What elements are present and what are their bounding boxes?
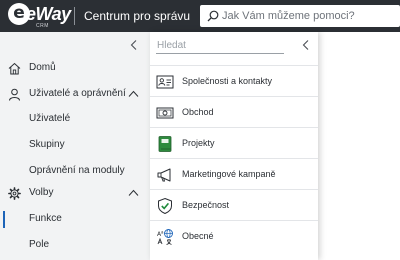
svg-text:a: a [161,230,164,235]
functions-panel: Společnosti a kontakty Obchod Projekty [150,32,318,260]
shield-check-icon [156,197,174,215]
panel-item-label: Společnosti a kontakty [182,76,273,86]
logo-text: eWay [26,4,71,24]
sidebar-item-label: Uživatelé a oprávnění [29,88,126,99]
language-globe-icon: A a [156,228,174,246]
panel-item-marketing-campaigns[interactable]: Marketingové kampaně [150,158,318,189]
money-icon [156,104,174,122]
eway-logo[interactable]: e eWay CRM [8,3,71,31]
sidebar-item-users[interactable]: Uživatelé [0,109,150,131]
panel-item-label: Bezpečnost [182,200,230,210]
gear-icon [8,187,21,200]
panel-item-label: Obchod [182,107,214,117]
sidebar-item-users-permissions[interactable]: Uživatelé a oprávnění [0,84,150,106]
app-title: Centrum pro správu [84,9,191,23]
sidebar-item-label: Uživatelé [29,113,71,124]
panel-item-projects[interactable]: Projekty [150,127,318,158]
panel-collapse-icon[interactable] [300,39,312,51]
search-icon [207,10,219,22]
sidebar-item-label: Funkce [29,213,62,224]
sidebar-collapse-icon[interactable] [128,39,140,51]
sidebar-item-fields[interactable]: Pole [0,235,150,257]
panel-item-label: Marketingové kampaně [182,169,276,179]
filter-input[interactable] [156,38,284,54]
sidebar-item-label: Domů [29,62,56,73]
panel-item-companies-contacts[interactable]: Společnosti a kontakty [150,65,318,96]
megaphone-icon [156,166,174,184]
sidebar-item-label: Pole [29,239,50,250]
header-divider [74,7,75,25]
panel-item-label: Obecné [182,231,214,241]
active-indicator [3,211,5,228]
sidebar-item-options[interactable]: Volby [0,183,150,205]
sidebar-item-label: Skupiny [29,139,65,150]
panel-item-sales[interactable]: Obchod [150,96,318,127]
sidebar-item-home[interactable]: Domů [0,58,150,80]
top-bar: e eWay CRM Centrum pro správu Jak Vám mů… [0,0,400,32]
search-placeholder: Jak Vám můžeme pomoci? [222,10,355,22]
sidebar-item-groups[interactable]: Skupiny [0,135,150,157]
global-search[interactable]: Jak Vám můžeme pomoci? [200,5,400,27]
panel-item-security[interactable]: Bezpečnost [150,189,318,220]
contact-card-icon [156,73,174,91]
user-icon [8,88,21,101]
sidebar: Domů Uživatelé a oprávnění Uživatelé Sku… [0,32,150,260]
panel-item-label: Projekty [182,138,215,148]
project-book-icon [156,135,174,153]
chevron-up-icon[interactable] [128,189,139,197]
logo-subtext: CRM [36,23,49,29]
panel-item-general[interactable]: A a Obecné [150,220,318,251]
sidebar-item-label: Volby [29,187,54,198]
sidebar-item-functions[interactable]: Funkce [0,209,150,231]
sidebar-item-label: Oprávnění na moduly [29,165,125,176]
sidebar-item-module-permissions[interactable]: Oprávnění na moduly [0,161,150,183]
home-icon [8,62,21,75]
chevron-up-icon[interactable] [128,90,139,98]
